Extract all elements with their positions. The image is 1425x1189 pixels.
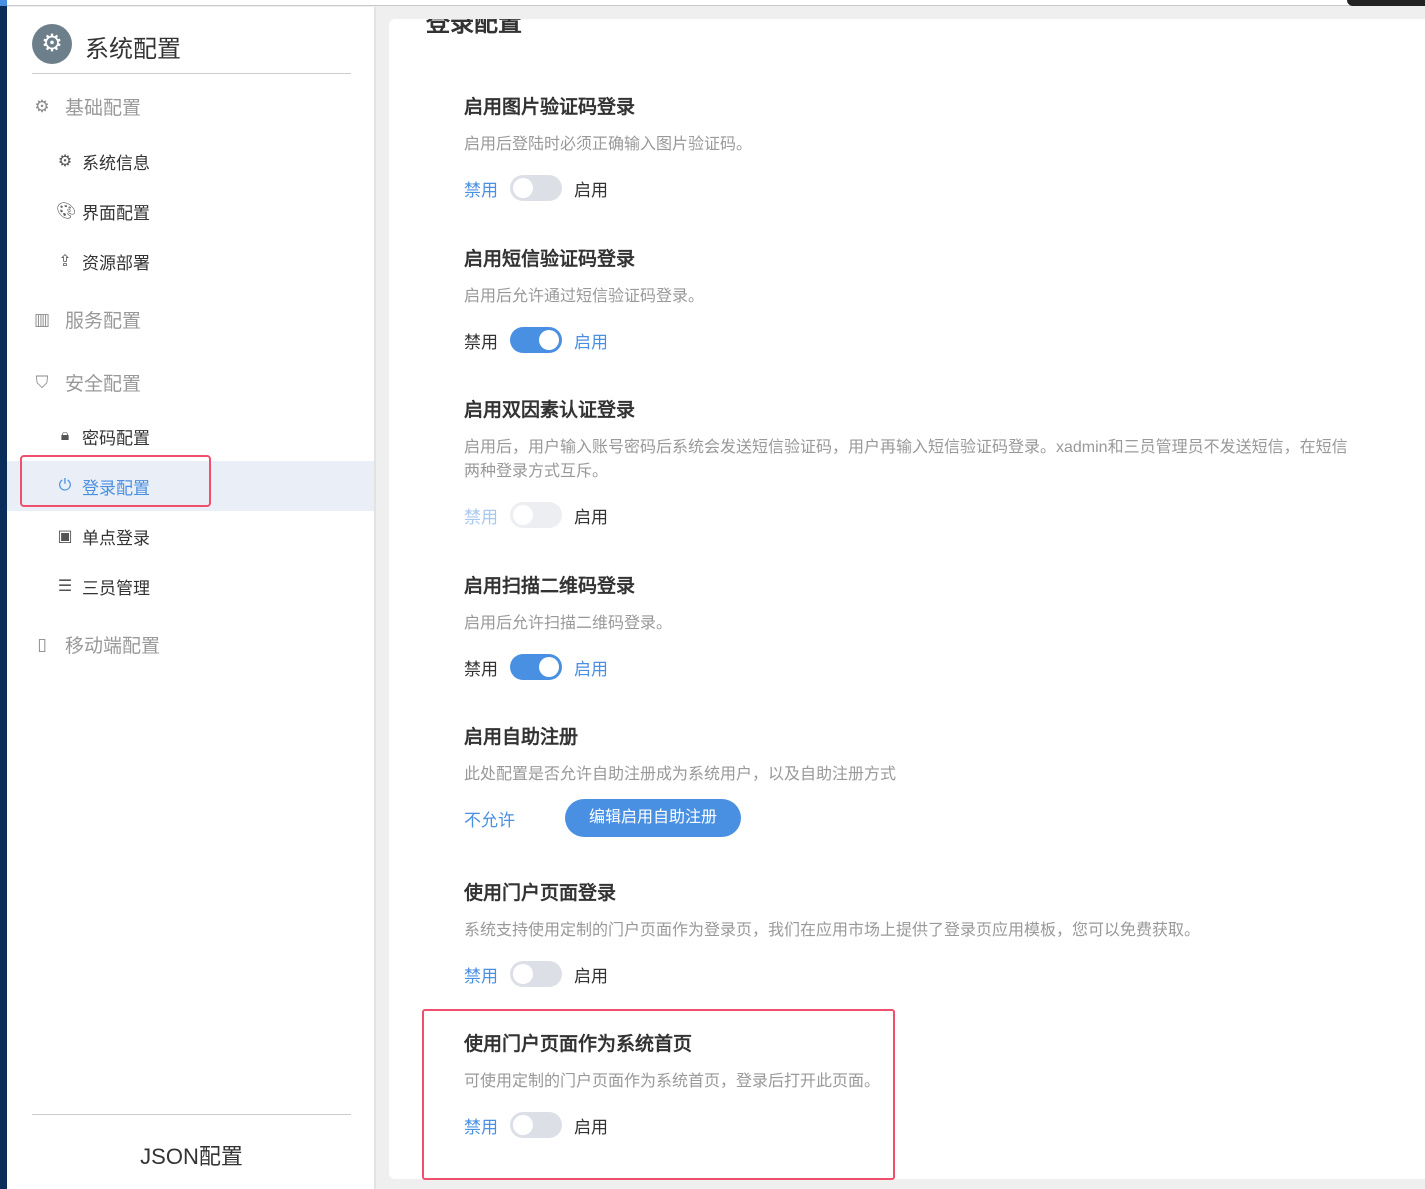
item-label: 三员管理: [82, 578, 150, 598]
section-title: 启用双因素认证登录: [464, 400, 636, 421]
section-title: 启用图片验证码登录: [464, 97, 636, 118]
server-icon: ▥: [33, 309, 51, 329]
on-label: 启用: [574, 180, 608, 200]
toggle-switch[interactable]: [510, 175, 562, 201]
group-service[interactable]: ▥ 服务配置: [31, 306, 141, 333]
section-title: 启用自助注册: [464, 727, 579, 748]
upload-icon: ⇪: [58, 253, 72, 270]
sidebar: ⚙ 系统配置 ⚙ 基础配置 ⚙ 系统信息 🎨︎ 界面配置 ⇪ 资源部署 ▥ 服务配置 ⛉ 安…: [7, 7, 376, 1189]
palette-icon: 🎨︎: [56, 203, 77, 220]
item-label: 单点登录: [82, 528, 150, 548]
top-right-control[interactable]: [1347, 0, 1425, 6]
item-label: 系统信息: [82, 153, 150, 173]
group-mobile[interactable]: ▯ 移动端配置: [31, 631, 160, 658]
toggle-switch[interactable]: [510, 327, 562, 353]
section-image-captcha: 启用图片验证码登录 启用后登陆时必须正确输入图片验证码。 禁用 启用: [464, 95, 1425, 201]
item-label: 界面配置: [82, 203, 150, 223]
gear-icon: ⚙: [32, 24, 72, 64]
group-label: 移动端配置: [65, 636, 161, 657]
sidebar-item-password[interactable]: 🔒︎ 密码配置: [7, 411, 374, 461]
off-label: 禁用: [464, 966, 498, 986]
off-label: 禁用: [464, 332, 498, 352]
group-basic[interactable]: ⚙ 基础配置: [31, 93, 141, 120]
item-label: 密码配置: [82, 428, 150, 448]
section-sms-login: 启用短信验证码登录 启用后允许通过短信验证码登录。 禁用 启用: [464, 247, 1425, 353]
content-card: 登录配置 启用图片验证码登录 启用后登陆时必须正确输入图片验证码。 禁用 启用 启…: [389, 19, 1425, 1179]
sidebar-item-three-admins[interactable]: ☰ 三员管理: [7, 561, 374, 611]
on-label: 启用: [574, 659, 608, 679]
mobile-icon: ▯: [37, 634, 47, 654]
page-title: 登录配置: [426, 19, 522, 37]
list-icon: ☰: [57, 578, 73, 595]
divider: [32, 73, 351, 74]
off-label: 禁用: [464, 507, 498, 527]
on-label: 启用: [574, 966, 608, 986]
group-label: 安全配置: [65, 374, 142, 395]
gear-icon: ⚙: [57, 153, 73, 170]
sidebar-item-ui-config[interactable]: 🎨︎ 界面配置: [7, 186, 374, 236]
group-label: 基础配置: [65, 98, 142, 119]
on-label: 启用: [574, 332, 608, 352]
shield-icon: ⛉: [35, 372, 49, 392]
sidebar-item-system-info[interactable]: ⚙ 系统信息: [7, 136, 374, 186]
section-title: 启用短信验证码登录: [464, 249, 636, 270]
section-desc: 启用后，用户输入账号密码后系统会发送短信验证码，用户再输入短信验证码登录。xad…: [464, 439, 1348, 456]
section-desc: 系统支持使用定制的门户页面作为登录页，我们在应用市场上提供了登录页应用模板，您可…: [464, 922, 1201, 939]
gear-icon: ⚙: [34, 96, 50, 116]
sidebar-title: 系统配置: [85, 36, 181, 63]
section-desc: 此处配置是否允许自助注册成为系统用户，以及自助注册方式: [464, 766, 897, 783]
section-desc: 启用后允许扫描二维码登录。: [464, 615, 673, 632]
off-label: 禁用: [464, 180, 498, 200]
highlight-box: [422, 1009, 895, 1180]
toggle-switch[interactable]: [510, 502, 562, 528]
edit-self-register-button[interactable]: 编辑启用自助注册: [565, 799, 742, 837]
json-config-button[interactable]: JSON配置: [7, 1139, 376, 1171]
section-portal-login: 使用门户页面登录 系统支持使用定制的门户页面作为登录页，我们在应用市场上提供了登…: [464, 881, 1425, 987]
id-card-icon: ▣: [57, 528, 73, 545]
register-status: 不允许: [464, 810, 515, 830]
group-label: 服务配置: [65, 311, 142, 332]
on-label: 启用: [574, 507, 608, 527]
sidebar-item-sso[interactable]: ▣ 单点登录: [7, 511, 374, 561]
section-desc: 启用后登陆时必须正确输入图片验证码。: [464, 136, 753, 153]
top-bar: [7, 0, 1425, 6]
toggle-switch[interactable]: [510, 654, 562, 680]
section-title: 使用门户页面登录: [464, 883, 617, 904]
group-security[interactable]: ⛉ 安全配置: [31, 369, 141, 396]
off-label: 禁用: [464, 659, 498, 679]
app-nav-strip: [0, 0, 7, 1189]
section-qrcode-login: 启用扫描二维码登录 启用后允许扫描二维码登录。 禁用 启用: [464, 574, 1425, 680]
section-self-register: 启用自助注册 此处配置是否允许自助注册成为系统用户，以及自助注册方式 不允许 编辑…: [464, 725, 1425, 837]
sidebar-item-resource-deploy[interactable]: ⇪ 资源部署: [7, 236, 374, 286]
section-desc: 启用后允许通过短信验证码登录。: [464, 288, 705, 305]
section-2fa-login: 启用双因素认证登录 启用后，用户输入账号密码后系统会发送短信验证码，用户再输入短…: [464, 398, 1425, 528]
divider: [32, 1114, 351, 1115]
item-label: 资源部署: [82, 253, 150, 273]
lock-icon: 🔒︎: [60, 427, 70, 444]
toggle-switch[interactable]: [510, 961, 562, 987]
section-desc: 两种登录方式互斥。: [464, 463, 609, 480]
section-title: 启用扫描二维码登录: [464, 576, 636, 597]
highlight-box: [20, 455, 211, 507]
